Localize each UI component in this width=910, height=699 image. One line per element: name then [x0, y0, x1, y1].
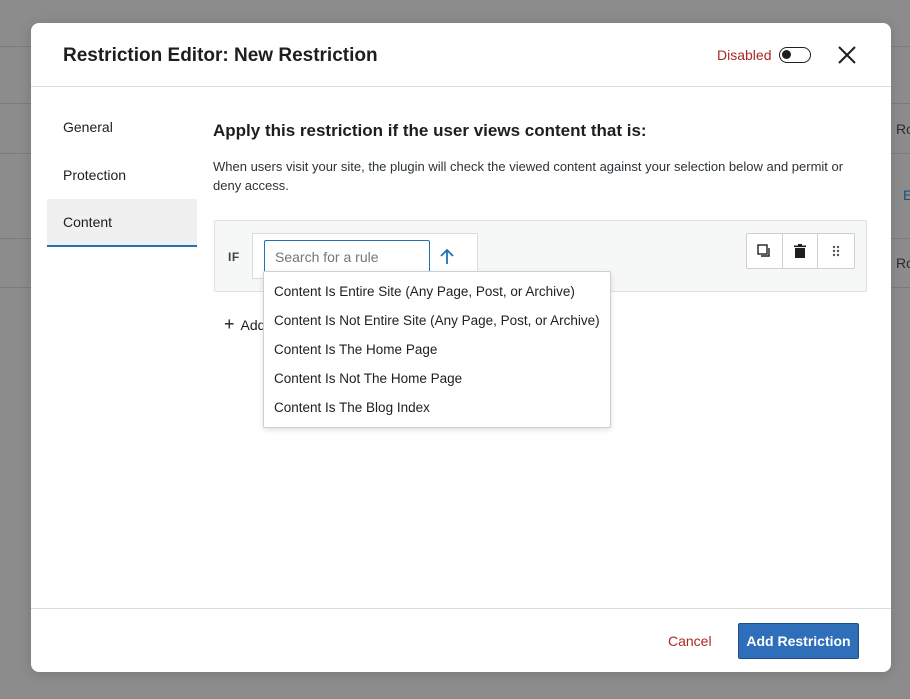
- rule-option[interactable]: Content Is Not Entire Site (Any Page, Po…: [264, 306, 610, 335]
- add-rule-button[interactable]: + Add: [224, 314, 265, 335]
- tab-label: General: [63, 119, 113, 135]
- enable-toggle[interactable]: [779, 47, 811, 63]
- trash-icon: [794, 244, 806, 258]
- tab-label: Content: [63, 214, 113, 230]
- duplicate-rule-button[interactable]: [747, 234, 783, 268]
- modal-header: Restriction Editor: New Restriction Disa…: [31, 23, 891, 87]
- bg-row-link: E: [903, 187, 910, 203]
- content-description: When users visit your site, the plugin w…: [213, 159, 844, 193]
- close-icon: [838, 46, 856, 64]
- tab-content[interactable]: Content: [47, 199, 197, 247]
- modal-title: Restriction Editor: New Restriction: [63, 45, 378, 66]
- rule-option[interactable]: Content Is The Home Page: [264, 335, 610, 364]
- rule-option[interactable]: Content Is Entire Site (Any Page, Post, …: [264, 277, 610, 306]
- rule-search-input[interactable]: [264, 240, 430, 274]
- if-label: IF: [228, 250, 240, 264]
- sidebar-tabs: General Protection Content: [47, 103, 197, 247]
- add-rule-label: Add: [240, 316, 266, 333]
- rule-sort-button[interactable]: [436, 246, 458, 268]
- tab-label: Protection: [63, 167, 127, 183]
- rule-option[interactable]: Content Is Not The Home Page: [264, 364, 610, 393]
- drag-rule-handle[interactable]: [818, 234, 854, 268]
- status-label: Disabled: [717, 47, 772, 63]
- rule-actions: [746, 233, 855, 269]
- modal-footer: Cancel Add Restriction: [31, 608, 891, 672]
- add-restriction-button[interactable]: Add Restriction: [738, 623, 859, 659]
- rule-suggestions-dropdown: Content Is Entire Site (Any Page, Post, …: [263, 271, 611, 428]
- duplicate-icon: [757, 244, 771, 257]
- toggle-knob: [782, 50, 791, 59]
- plus-icon: +: [224, 314, 235, 334]
- drag-handle-icon: [832, 245, 840, 257]
- delete-rule-button[interactable]: [783, 234, 819, 268]
- cancel-button[interactable]: Cancel: [668, 633, 712, 649]
- tab-general[interactable]: General: [47, 103, 197, 151]
- bg-row-text: Ro: [896, 121, 910, 137]
- content-heading: Apply this restriction if the user views…: [213, 121, 647, 140]
- arrow-up-icon: [440, 248, 454, 264]
- close-button[interactable]: [835, 43, 859, 67]
- restriction-editor-modal: Restriction Editor: New Restriction Disa…: [31, 23, 891, 672]
- tab-protection[interactable]: Protection: [47, 151, 197, 199]
- bg-row-text: Ro: [896, 255, 910, 271]
- rule-option[interactable]: Content Is The Blog Index: [264, 393, 610, 422]
